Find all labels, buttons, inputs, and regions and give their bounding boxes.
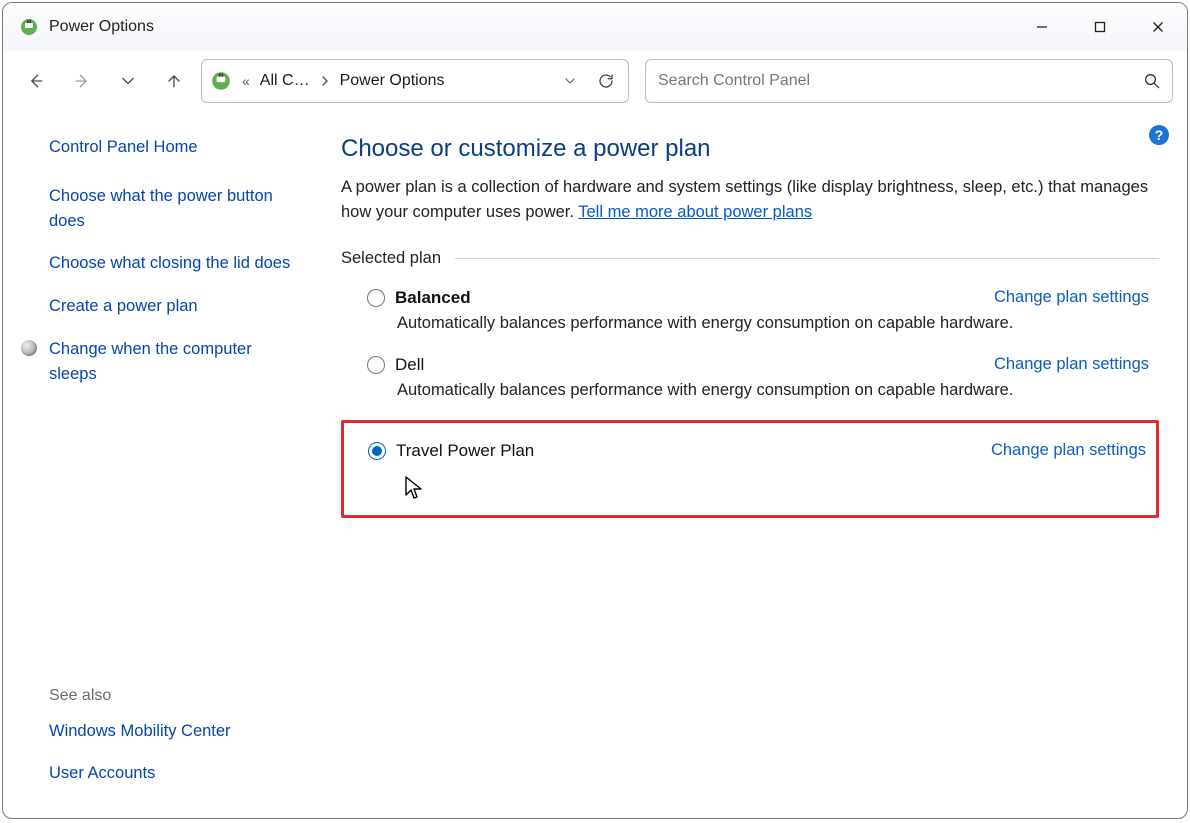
- plan-name: Balanced: [395, 288, 471, 308]
- sidebar: Control Panel Home Choose what the power…: [3, 117, 323, 806]
- maximize-button[interactable]: [1071, 3, 1129, 51]
- search-input[interactable]: [656, 71, 1134, 91]
- power-plan-item-selected: Travel Power Plan Change plan settings: [341, 420, 1159, 518]
- chevron-right-icon[interactable]: [316, 76, 334, 86]
- power-options-app-icon: [19, 17, 39, 37]
- chevron-left-double-icon[interactable]: «: [238, 73, 254, 89]
- forward-button[interactable]: [63, 62, 101, 100]
- plan-description: Automatically balances performance with …: [397, 314, 1149, 333]
- navigation-bar: « All C… Power Options: [3, 51, 1187, 117]
- recent-locations-button[interactable]: [109, 62, 147, 100]
- selected-plan-group: Selected plan: [341, 249, 1159, 268]
- plan-name: Dell: [395, 355, 424, 375]
- address-bar[interactable]: « All C… Power Options: [201, 59, 629, 103]
- page-title: Choose or customize a power plan: [341, 135, 1159, 163]
- plan-description: Automatically balances performance with …: [397, 381, 1149, 400]
- plan-radio-dell[interactable]: [367, 356, 385, 374]
- plan-name: Travel Power Plan: [396, 441, 534, 461]
- sidebar-link-computer-sleeps[interactable]: Change when the computer sleeps: [49, 340, 252, 383]
- titlebar: Power Options: [3, 3, 1187, 51]
- minimize-button[interactable]: [1013, 3, 1071, 51]
- search-box[interactable]: [645, 59, 1173, 103]
- selected-plan-label: Selected plan: [341, 249, 441, 268]
- close-button[interactable]: [1129, 3, 1187, 51]
- power-plan-item: Balanced Change plan settings Automatica…: [341, 282, 1159, 349]
- up-button[interactable]: [155, 62, 193, 100]
- content-area: Control Panel Home Choose what the power…: [3, 117, 1187, 806]
- window-title: Power Options: [49, 18, 154, 36]
- change-plan-settings-link[interactable]: Change plan settings: [994, 288, 1149, 307]
- address-history-dropdown[interactable]: [556, 73, 584, 89]
- plan-radio-travel[interactable]: [368, 442, 386, 460]
- change-plan-settings-link[interactable]: Change plan settings: [994, 355, 1149, 374]
- help-icon[interactable]: ?: [1149, 125, 1169, 145]
- divider: [455, 258, 1159, 259]
- current-page-bullet-icon: [21, 340, 37, 356]
- breadcrumb-item[interactable]: Power Options: [340, 72, 445, 90]
- sidebar-link-create-plan[interactable]: Create a power plan: [49, 294, 303, 319]
- control-panel-home-link[interactable]: Control Panel Home: [49, 135, 303, 160]
- search-icon[interactable]: [1142, 72, 1162, 90]
- plan-radio-balanced[interactable]: [367, 289, 385, 307]
- cursor-icon: [404, 475, 424, 505]
- see-also-user-accounts[interactable]: User Accounts: [49, 761, 303, 786]
- refresh-button[interactable]: [590, 72, 622, 90]
- power-plan-item: Dell Change plan settings Automatically …: [341, 349, 1159, 416]
- see-also-heading: See also: [49, 687, 303, 705]
- radio-dot-icon: [372, 446, 382, 456]
- sidebar-link-closing-lid[interactable]: Choose what closing the lid does: [49, 251, 303, 276]
- see-also-mobility-center[interactable]: Windows Mobility Center: [49, 719, 303, 744]
- back-button[interactable]: [17, 62, 55, 100]
- location-icon: [210, 70, 232, 92]
- sidebar-link-power-button[interactable]: Choose what the power button does: [49, 184, 303, 234]
- breadcrumb-item[interactable]: All C…: [260, 72, 310, 90]
- window-frame: Power Options « All C…: [2, 2, 1188, 819]
- page-description: A power plan is a collection of hardware…: [341, 175, 1159, 225]
- learn-more-link[interactable]: Tell me more about power plans: [578, 203, 812, 221]
- change-plan-settings-link[interactable]: Change plan settings: [991, 441, 1146, 460]
- main-panel: Choose or customize a power plan A power…: [323, 117, 1187, 806]
